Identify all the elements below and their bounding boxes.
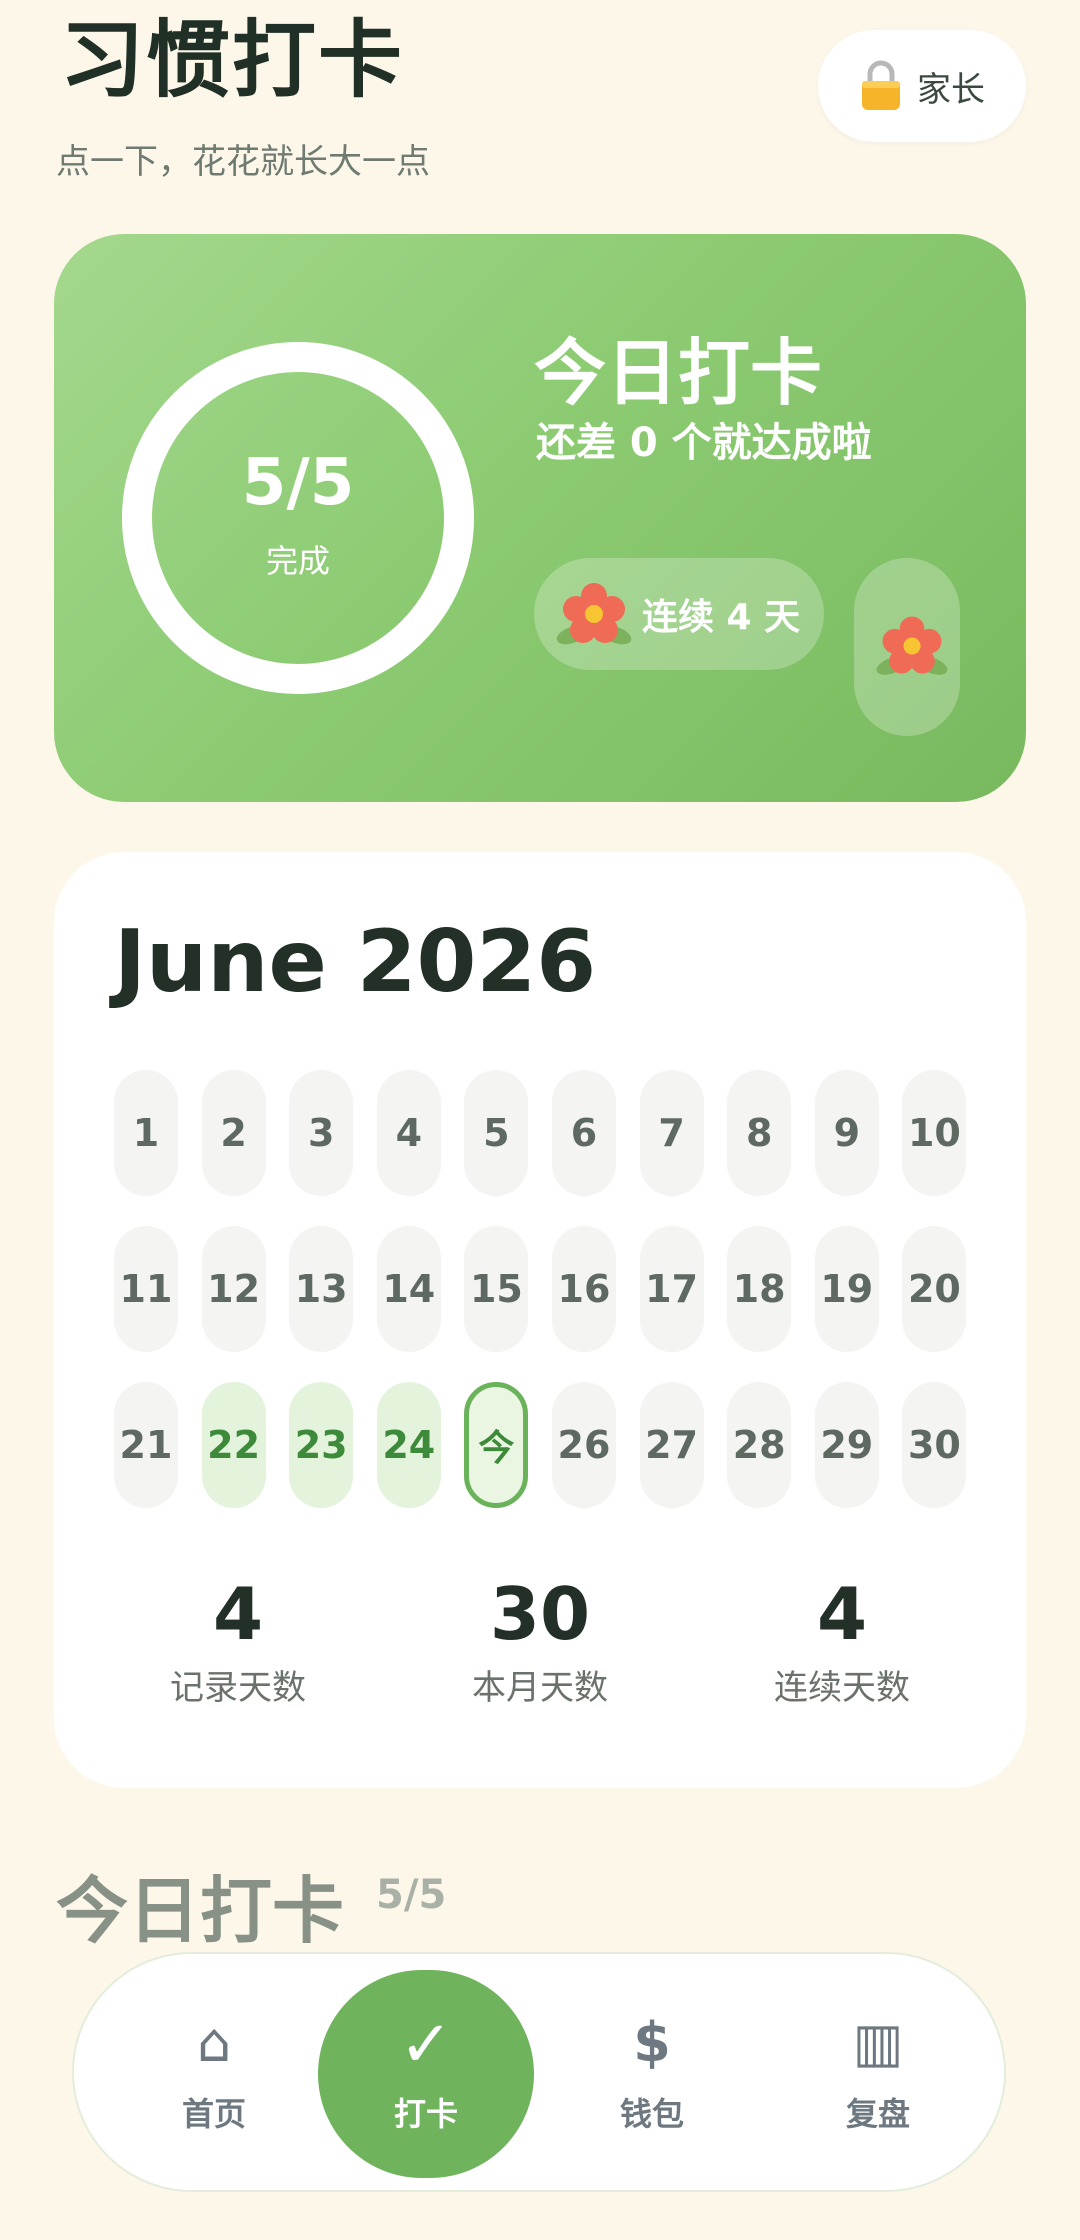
calendar-day[interactable]: 14	[376, 1226, 441, 1352]
calendar-day[interactable]: 4	[376, 1070, 441, 1196]
stat-month-days: 30 本月天数	[390, 1572, 690, 1709]
progress-label: 完成	[265, 542, 330, 580]
calendar-day[interactable]: 23	[289, 1382, 354, 1508]
check-icon: ✓	[399, 2008, 453, 2082]
section-count: 5/5	[376, 1872, 447, 1918]
flower-icon	[556, 583, 632, 645]
home-icon: ⌂	[196, 2011, 232, 2074]
stat-value: 4	[212, 1572, 264, 1656]
calendar-day[interactable]: 8	[727, 1070, 792, 1196]
calendar-day[interactable]: 16	[552, 1226, 616, 1352]
app-subtitle: 点一下，花花就长大一点	[56, 142, 430, 182]
dollar-icon: $	[633, 2011, 671, 2074]
stat-value: 30	[489, 1572, 591, 1656]
calendar-day[interactable]: 5	[464, 1070, 529, 1196]
calendar-day[interactable]: 21	[114, 1382, 178, 1508]
flower-collection-badge[interactable]	[854, 558, 960, 736]
nav-label: 钱包	[619, 2095, 684, 2133]
nav-label: 首页	[181, 2095, 246, 2133]
calendar-day[interactable]: 3	[289, 1070, 354, 1196]
nav-label: 复盘	[845, 2095, 910, 2133]
calendar-day[interactable]: 28	[727, 1382, 792, 1508]
stat-label: 本月天数	[472, 1668, 608, 1708]
calendar-day[interactable]: 26	[552, 1382, 616, 1508]
calendar-day[interactable]: 1	[114, 1070, 178, 1196]
calendar-day[interactable]: 24	[376, 1382, 441, 1508]
nav-wallet[interactable]: $ 钱包	[572, 1954, 732, 2194]
calendar-day[interactable]: 18	[727, 1226, 792, 1352]
lock-icon	[862, 60, 900, 110]
nav-home[interactable]: ⌂ 首页	[134, 1954, 294, 2194]
hero-title: 今日打卡	[534, 331, 823, 415]
calendar-day[interactable]: 11	[114, 1226, 178, 1352]
hero-subtitle: 还差 0 个就达成啦	[536, 420, 872, 466]
calendar-day[interactable]: 27	[639, 1382, 704, 1508]
parent-button-label: 家长	[917, 69, 985, 110]
parent-button[interactable]: 家长	[818, 30, 1026, 142]
calendar-day[interactable]: 22	[201, 1382, 266, 1508]
calendar-day[interactable]: 20	[902, 1226, 967, 1352]
calendar-day[interactable]: 17	[639, 1226, 704, 1352]
calendar-day[interactable]: 6	[552, 1070, 616, 1196]
calendar-day[interactable]: 29	[814, 1382, 879, 1508]
stat-value: 4	[816, 1572, 868, 1656]
review-icon: ▥	[852, 2011, 904, 2074]
flower-icon	[876, 616, 948, 675]
calendar-day[interactable]: 7	[639, 1070, 704, 1196]
progress-count: 5/5	[241, 446, 355, 520]
stat-label: 连续天数	[774, 1668, 910, 1708]
calendar-day[interactable]: 12	[201, 1226, 266, 1352]
calendar-day[interactable]: 15	[464, 1226, 529, 1352]
streak-badge: 连续 4 天	[534, 558, 824, 670]
stat-recorded-days: 4 记录天数	[88, 1572, 388, 1709]
month-calendar-card: June 2026 4 记录天数 30 本月天数 4 连续天数 12345678…	[54, 852, 1026, 1788]
calendar-day-today[interactable]: 今	[464, 1382, 529, 1508]
section-title: 今日打卡	[56, 1869, 345, 1953]
nav-checkin[interactable]: ✓ 打卡	[318, 1970, 534, 2178]
calendar-day[interactable]: 10	[902, 1070, 967, 1196]
nav-review[interactable]: ▥ 复盘	[798, 1954, 958, 2194]
calendar-month-title: June 2026	[114, 912, 597, 1012]
today-progress-card: 5/5 完成 今日打卡 还差 0 个就达成啦 连续 4 天	[54, 234, 1026, 802]
calendar-day[interactable]: 2	[201, 1070, 266, 1196]
calendar-day[interactable]: 19	[814, 1226, 879, 1352]
nav-label: 打卡	[393, 2095, 458, 2133]
calendar-day[interactable]: 30	[902, 1382, 967, 1508]
stat-label: 记录天数	[170, 1668, 306, 1708]
app-title: 习惯打卡	[60, 11, 405, 109]
bottom-nav: ⌂ 首页 ✓ 打卡 $ 钱包 ▥ 复盘	[72, 1952, 1006, 2192]
stat-streak-days: 4 连续天数	[692, 1572, 992, 1709]
calendar-day[interactable]: 13	[289, 1226, 354, 1352]
calendar-day[interactable]: 9	[814, 1070, 879, 1196]
streak-label: 连续 4 天	[642, 597, 801, 638]
